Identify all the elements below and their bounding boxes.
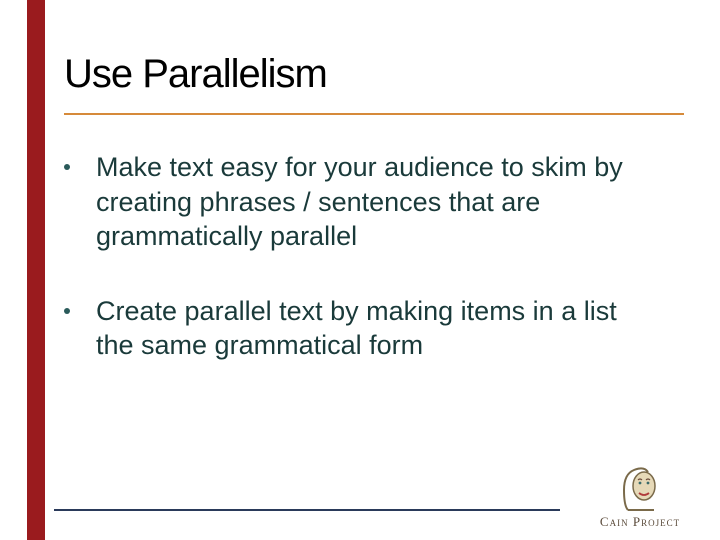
slide-title: Use Parallelism — [64, 52, 680, 111]
bullet-icon — [64, 164, 70, 170]
title-underline — [64, 113, 684, 115]
logo: Cain Project — [580, 466, 700, 530]
bullet-text: Make text easy for your audience to skim… — [96, 150, 660, 254]
title-area: Use Parallelism — [64, 52, 680, 111]
bullet-text: Create parallel text by making items in … — [96, 294, 660, 363]
accent-sidebar — [27, 0, 45, 540]
list-item: Make text easy for your audience to skim… — [64, 150, 660, 254]
footer-rule — [54, 509, 560, 511]
cain-project-icon — [620, 466, 660, 512]
logo-text: Cain Project — [580, 514, 700, 530]
bullet-icon — [64, 308, 70, 314]
list-item: Create parallel text by making items in … — [64, 294, 660, 363]
content-area: Make text easy for your audience to skim… — [64, 150, 660, 403]
